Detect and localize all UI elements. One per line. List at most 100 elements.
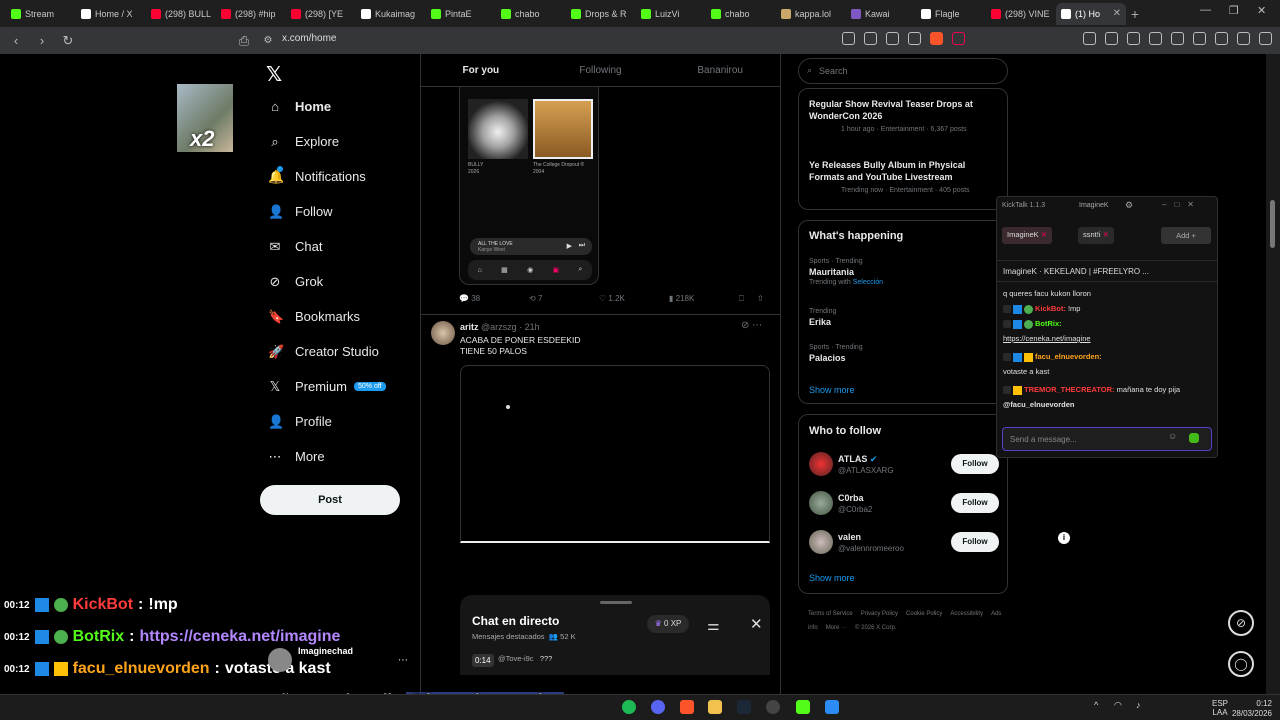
chat-mention[interactable]: @facu_elnuevorden [1003, 400, 1075, 409]
gear-icon[interactable]: ⚙ [1125, 200, 1133, 211]
translate-icon[interactable] [842, 32, 855, 45]
more-icon[interactable]: ⋯ [398, 655, 408, 666]
forward-icon[interactable]: › [32, 33, 52, 48]
sidebar-icon[interactable] [1171, 32, 1184, 45]
kicktalk-window-controls[interactable]: –□✕ [1162, 200, 1202, 209]
scrollbar-thumb[interactable] [1270, 200, 1275, 248]
tweet-video[interactable] [460, 365, 770, 543]
nav-item-home[interactable]: ⌂ Home [268, 99, 331, 114]
browser-tab[interactable]: kappa.lol [776, 3, 846, 25]
footer-link[interactable]: © 2026 X Corp. [855, 625, 896, 631]
search-input[interactable]: ⌕ Search [798, 58, 1008, 84]
browser-tab[interactable]: Drops & R [566, 3, 636, 25]
chat-link[interactable]: https://ceneka.net/imagine [1003, 334, 1091, 343]
discord-icon[interactable] [651, 700, 665, 714]
nav-item-follow[interactable]: 👤 Follow [268, 204, 333, 219]
screenshot-icon[interactable] [1127, 32, 1140, 45]
grok-and-more-icon[interactable]: ⊘ ⋯ [741, 320, 762, 331]
reply-button[interactable]: 💬 38 [459, 294, 529, 304]
volume-icon[interactable]: ♪ [1136, 700, 1141, 710]
extension-icon[interactable] [1083, 32, 1096, 45]
menu-icon[interactable] [1259, 32, 1272, 45]
browser-tab[interactable]: (1) Ho ✕ [1056, 2, 1126, 25]
news-item[interactable]: Regular Show Revival Teaser Drops at Won… [809, 98, 999, 133]
info-icon[interactable]: i [1058, 532, 1070, 544]
show-more-link[interactable]: Show more [809, 573, 855, 583]
browser-tab[interactable]: (298) #hip [216, 3, 286, 25]
leo-icon[interactable] [1215, 32, 1228, 45]
language-indicator[interactable]: ESP LAA [1212, 699, 1228, 717]
kick-icon[interactable] [796, 700, 810, 714]
news-item[interactable]: Ye Releases Bully Album in Physical Form… [809, 159, 999, 194]
channel-chip[interactable]: ssnt!i ✕ [1078, 227, 1114, 244]
puzzle-icon[interactable] [1105, 32, 1118, 45]
nav-item-explore[interactable]: ⌕ Explore [268, 134, 339, 149]
trend-item[interactable]: Sports · Trending Mauritania Trending wi… [809, 258, 1004, 286]
site-info-icon[interactable]: ⚙ [258, 35, 278, 46]
nav-item-grok[interactable]: ⊘ Grok [268, 274, 324, 289]
close-window-button[interactable]: ✕ [1257, 4, 1266, 17]
message-input[interactable]: Send a message... [1002, 427, 1212, 451]
like-button[interactable]: ♡ 1.2K [599, 294, 669, 304]
brave-shield-icon[interactable] [930, 32, 943, 45]
tab-for-you[interactable]: For you [421, 54, 541, 86]
follow-suggestion[interactable]: C0rba @C0rba2 Follow [809, 491, 1004, 519]
new-tab-button[interactable]: + [1126, 6, 1144, 22]
share-tweet-icon[interactable]: ⇧ [757, 294, 764, 304]
clock[interactable]: 0:12 28/03/2026 [1232, 699, 1272, 719]
browser-tab[interactable]: Stream [6, 3, 76, 25]
media-icon[interactable] [1149, 32, 1162, 45]
close-icon[interactable]: ✕ [750, 615, 763, 633]
chip-close-icon[interactable]: ✕ [1103, 230, 1109, 239]
footer-link[interactable]: Terms of Service [808, 611, 853, 617]
drag-handle[interactable] [600, 601, 632, 604]
nav-item-profile[interactable]: 👤 Profile [268, 414, 332, 429]
show-more-link[interactable]: Show more [809, 385, 855, 395]
channel-chip[interactable]: ImagineK ✕ [1002, 227, 1053, 244]
settings-icon[interactable] [766, 700, 780, 714]
bookmark-page-icon[interactable]: ⎙ [234, 33, 254, 49]
nav-item-bookmarks[interactable]: 🔖 Bookmarks [268, 309, 360, 324]
follow-button[interactable]: Follow [951, 532, 999, 552]
follow-button[interactable]: Follow [951, 493, 999, 513]
post-button[interactable]: Post [260, 485, 400, 515]
tweet-media-phone[interactable]: BULLY 2026 The College Dropout ® 2004 AL… [459, 87, 599, 285]
avatar[interactable] [809, 530, 833, 554]
chat-username[interactable]: BotRix: [1035, 319, 1062, 328]
bookmark-tweet-icon[interactable]: ⎕ [739, 294, 757, 304]
nav-item-more[interactable]: ⋯ More [268, 449, 325, 464]
nav-item-chat[interactable]: ✉ Chat [268, 239, 323, 254]
chat-username[interactable]: facu_elnuevorden: [1035, 352, 1102, 361]
tab-bananirou[interactable]: Bananirou [660, 54, 780, 86]
emote-icon[interactable]: ☺ [1168, 431, 1177, 441]
reload-icon[interactable]: ↻ [58, 33, 78, 49]
browser-tab[interactable]: chabo [496, 3, 566, 25]
footer-link[interactable]: Privacy Policy [861, 611, 898, 617]
nav-item-creator-studio[interactable]: 🚀 Creator Studio [268, 344, 379, 359]
browser-tab[interactable]: LuizVi [636, 3, 706, 25]
filter-icon[interactable]: ⚌ [707, 617, 720, 634]
maximize-button[interactable]: ❐ [1229, 4, 1239, 17]
browser-tab[interactable]: (298) [YE [286, 3, 356, 25]
trend-link[interactable]: Selección [853, 279, 883, 286]
x-logo[interactable]: 𝕏 [266, 62, 282, 87]
browser-tab[interactable]: (298) BULL [146, 3, 216, 25]
repost-button[interactable]: ⟲ 7 [529, 294, 599, 304]
tab-following[interactable]: Following [541, 54, 661, 86]
chat-username[interactable]: TREMOR_THECREATOR: [1024, 385, 1115, 394]
messages-fab-icon[interactable]: ◯ [1228, 651, 1254, 677]
browser-tab[interactable]: Home / X [76, 3, 146, 25]
kick-emote-icon[interactable] [1189, 433, 1199, 443]
browser-tab[interactable]: (298) VINE [986, 3, 1056, 25]
share-icon[interactable] [908, 32, 921, 45]
footer-link[interactable]: Cookie Policy [906, 611, 942, 617]
footer-link[interactable]: Accessibility [950, 611, 983, 617]
xp-button[interactable]: ♛ 0 XP [647, 615, 689, 633]
browser-tab[interactable]: Kukaimag [356, 3, 426, 25]
close-tab-icon[interactable]: ✕ [1113, 8, 1121, 19]
avatar[interactable] [431, 321, 455, 345]
follow-suggestion[interactable]: valen @valennromeeroo Follow [809, 530, 1004, 558]
footer-link[interactable]: More ··· [826, 625, 847, 631]
back-icon[interactable]: ‹ [6, 33, 26, 48]
avatar[interactable] [809, 452, 833, 476]
